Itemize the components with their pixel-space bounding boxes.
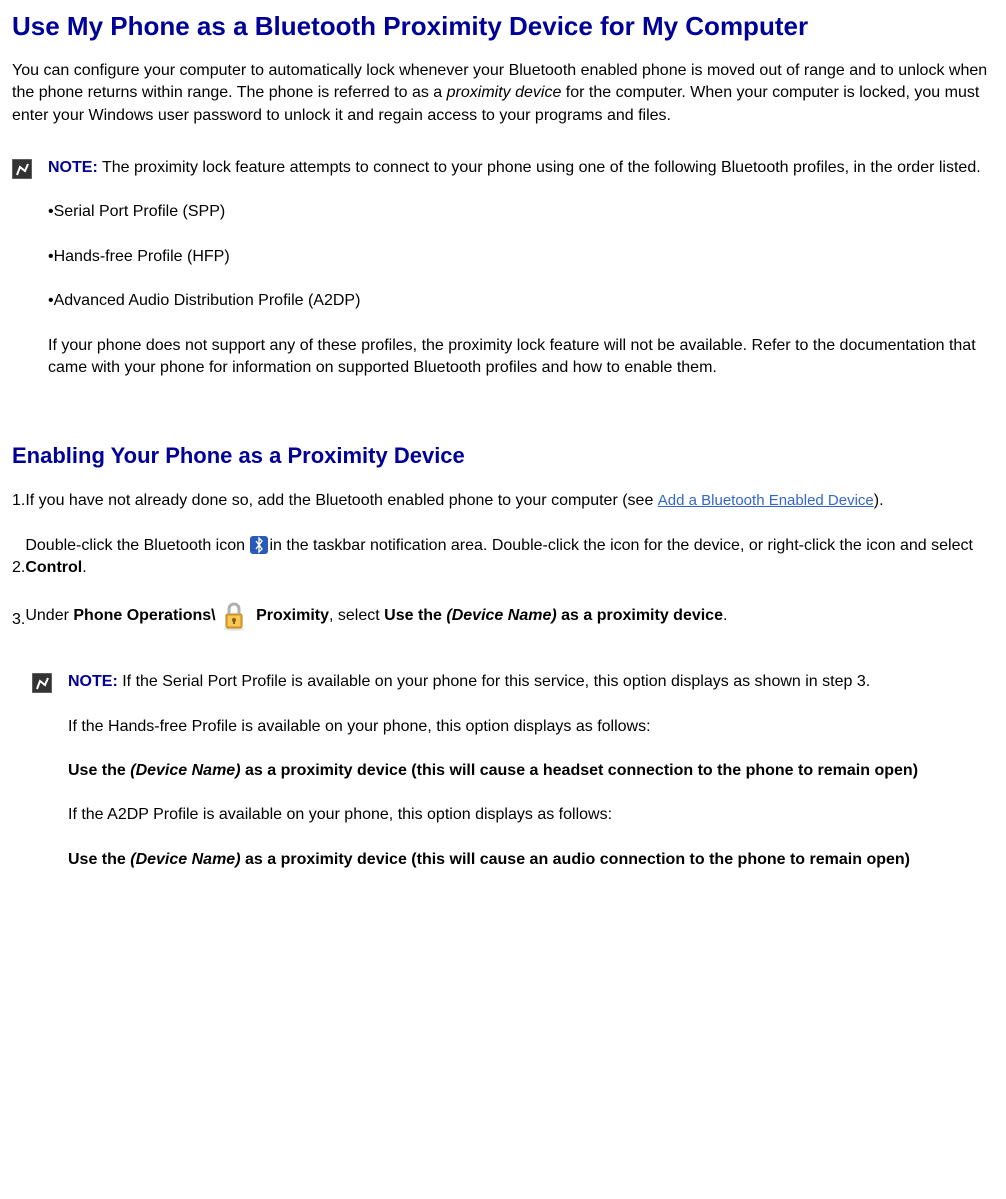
add-device-link[interactable]: Add a Bluetooth Enabled Device [658,492,874,509]
step3-bold3b: as a proximity device [557,608,723,625]
profile-spp: •Serial Port Profile (SPP) [48,201,994,223]
note2-p3: Use the (Device Name) as a proximity dev… [68,760,994,782]
step3-text4: . [723,608,727,625]
note2-p5: Use the (Device Name) as a proximity dev… [68,849,994,871]
step3-bold3a: Use the [384,608,446,625]
note1-body: The proximity lock feature attempts to c… [98,159,981,176]
step-2: 2. Double-click the Bluetooth icon in th… [12,535,994,580]
step-3: 3. Under Phone Operations\ Proximity, se… [12,601,994,631]
note-block-1: NOTE: The proximity lock feature attempt… [12,157,994,401]
note2-p3b: as a proximity device (this will cause a… [241,762,918,779]
step3-bold2: Proximity [256,608,329,625]
step-2-num: 2. [12,557,25,579]
step2-text1: Double-click the Bluetooth icon [25,537,249,554]
step2-text3: . [82,559,86,576]
step2-bold: Control [25,559,82,576]
note2-p3a: Use the [68,762,130,779]
note-label: NOTE: [48,159,98,176]
step-1: 1. If you have not already done so, add … [12,490,994,512]
step2-text2: in the taskbar notification area. Double… [269,537,972,554]
profile-a2dp: •Advanced Audio Distribution Profile (A2… [48,290,994,312]
note2-p4: If the A2DP Profile is available on your… [68,804,994,826]
bluetooth-icon [250,536,268,554]
note2-p5italic: (Device Name) [130,851,240,868]
step1-text2: ). [874,492,884,509]
note2-content: NOTE: If the Serial Port Profile is avai… [68,671,994,893]
steps-list: 1. If you have not already done so, add … [12,490,994,631]
step-3-text: Under Phone Operations\ Proximity, selec… [25,601,994,631]
step-1-num: 1. [12,490,25,512]
intro-paragraph: You can configure your computer to autom… [12,60,994,127]
intro-italic: proximity device [447,84,562,101]
note-content: NOTE: The proximity lock feature attempt… [48,157,994,401]
note1-text: NOTE: The proximity lock feature attempt… [48,157,994,179]
note2-p1-text: If the Serial Port Profile is available … [118,673,870,690]
lock-icon [219,601,249,631]
note-icon [12,159,32,179]
section-heading: Enabling Your Phone as a Proximity Devic… [12,441,994,472]
step-3-num: 3. [12,609,25,631]
note2-label: NOTE: [68,673,118,690]
note2-p5b: as a proximity device (this will cause a… [241,851,910,868]
note1-footer: If your phone does not support any of th… [48,335,994,380]
step3-italic1: (Device Name) [446,608,556,625]
step-1-text: If you have not already done so, add the… [25,490,994,512]
note2-p2: If the Hands-free Profile is available o… [68,716,994,738]
note-icon-2 [32,673,52,693]
step1-text1: If you have not already done so, add the… [25,492,657,509]
page-title: Use My Phone as a Bluetooth Proximity De… [12,10,994,44]
step3-text1: Under [25,608,73,625]
note-block-2: NOTE: If the Serial Port Profile is avai… [32,671,994,893]
step3-text3: , select [329,608,384,625]
step3-bold1: Phone Operations\ [73,608,215,625]
step-2-text: Double-click the Bluetooth icon in the t… [25,535,994,580]
note2-p5a: Use the [68,851,130,868]
note2-p1: NOTE: If the Serial Port Profile is avai… [68,671,994,693]
note2-p3italic: (Device Name) [130,762,240,779]
profile-hfp: •Hands-free Profile (HFP) [48,246,994,268]
